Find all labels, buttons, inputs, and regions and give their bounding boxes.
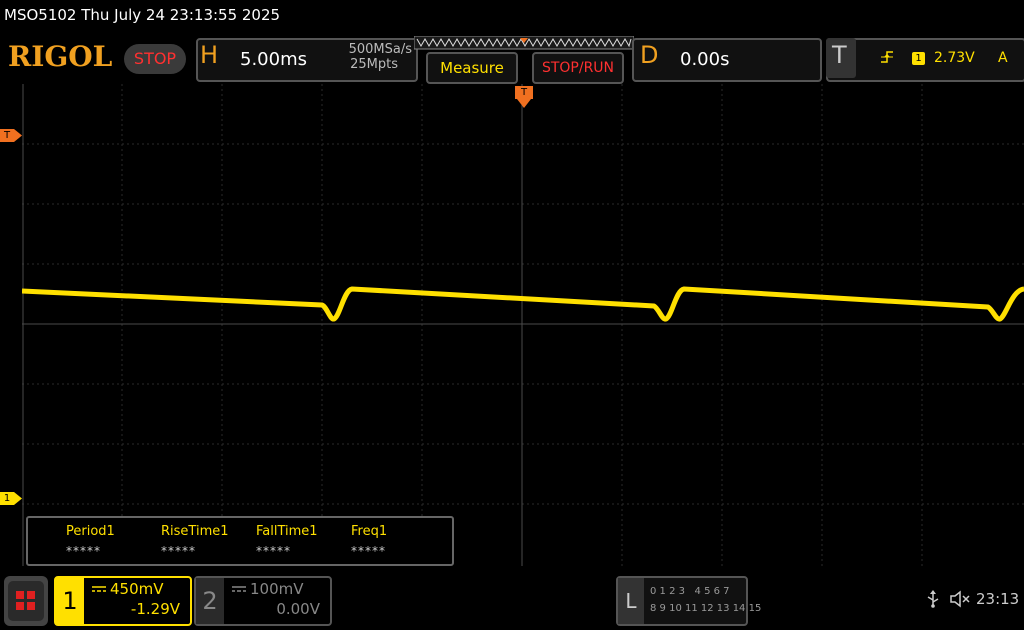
trigger-position-marker[interactable]: T — [515, 86, 533, 99]
channel1-number: 1 — [56, 578, 84, 624]
timebase-value: 5.00ms — [240, 49, 307, 70]
usb-icon — [927, 590, 939, 608]
measurement-label: FallTime1 — [256, 524, 318, 539]
logic-channels-row2: 8 9 10 11 12 13 14 15 — [650, 603, 762, 614]
rigol-logo: RIGOL — [8, 40, 113, 73]
channel2-offset: 0.00V — [276, 600, 320, 618]
rising-edge-icon — [881, 51, 893, 63]
logic-letter: L — [618, 578, 644, 624]
channel2-scale: 100mV — [250, 580, 304, 598]
grid-menu-icon — [8, 581, 44, 621]
trigger-mode: A — [998, 50, 1008, 66]
waveform-overview[interactable] — [414, 36, 634, 50]
logic-channels-row1: 0 1 2 3 4 5 6 7 — [650, 586, 730, 597]
measurement-label: RiseTime1 — [161, 524, 229, 539]
channel1-arrow-icon — [14, 492, 22, 505]
dc-coupling-icon — [232, 586, 246, 592]
horizontal-letter: H — [200, 41, 219, 69]
waveform-display[interactable] — [22, 84, 1024, 566]
trigger-level-arrow-icon — [14, 129, 22, 142]
channel2-number: 2 — [196, 578, 224, 624]
status-clock: 23:13 — [976, 590, 1020, 608]
window-title: MSO5102 Thu July 24 23:13:55 2025 — [4, 6, 281, 24]
channel1-ground-marker[interactable]: 1 — [0, 492, 14, 505]
title-bar: MSO5102 Thu July 24 23:13:55 2025 — [0, 0, 1024, 34]
measure-button[interactable]: Measure — [426, 52, 518, 84]
channel1-scale: 450mV — [110, 580, 164, 598]
sample-rate: 500MSa/s — [348, 42, 412, 57]
measurement-value: ***** — [161, 544, 196, 558]
mute-icon[interactable] — [950, 590, 972, 608]
measurement-value: ***** — [66, 544, 101, 558]
trigger-arrow-icon — [517, 99, 531, 108]
trigger-level: 2.73V — [934, 50, 975, 66]
measurement-value: ***** — [351, 544, 386, 558]
trigger-level-marker[interactable]: T — [0, 129, 14, 142]
measurement-label: Freq1 — [351, 524, 388, 539]
measurement-label: Period1 — [66, 524, 115, 539]
delay-value: 0.00s — [680, 49, 730, 70]
measurement-value: ***** — [256, 544, 291, 558]
stop-run-button[interactable]: STOP/RUN — [532, 52, 624, 84]
run-state-badge[interactable]: STOP — [124, 44, 186, 74]
trigger-letter: T — [832, 41, 847, 69]
main-menu-button[interactable] — [4, 576, 48, 626]
memory-depth: 25Mpts — [350, 57, 398, 72]
trigger-source-badge: 1 — [912, 52, 925, 65]
channel1-offset: -1.29V — [130, 600, 180, 618]
dc-coupling-icon — [92, 586, 106, 592]
delay-letter: D — [640, 41, 659, 69]
